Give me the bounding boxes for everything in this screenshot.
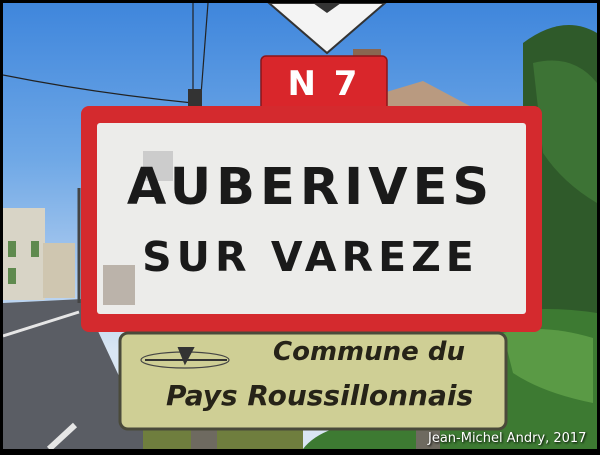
window-shutter	[31, 241, 39, 257]
subsign-line2: Pays Roussillonnais	[166, 379, 474, 412]
window-shutter	[8, 241, 16, 257]
window-shutter	[8, 268, 16, 284]
insulator	[188, 89, 202, 107]
grass	[143, 428, 303, 449]
route-number-label: N 7	[287, 64, 361, 104]
town-name-line2: SUR VAREZE	[142, 233, 479, 281]
town-name-line1: AUBERIVES	[126, 158, 495, 217]
photo: N 7 AUBERIVES SUR VAREZE Commune du Pays…	[3, 3, 597, 449]
subsign-line1: Commune du	[273, 337, 465, 367]
building-left-2	[43, 243, 75, 298]
power-line	[200, 3, 209, 96]
photo-credit: Jean-Michel Andry, 2017	[428, 431, 587, 446]
power-line	[3, 74, 194, 104]
